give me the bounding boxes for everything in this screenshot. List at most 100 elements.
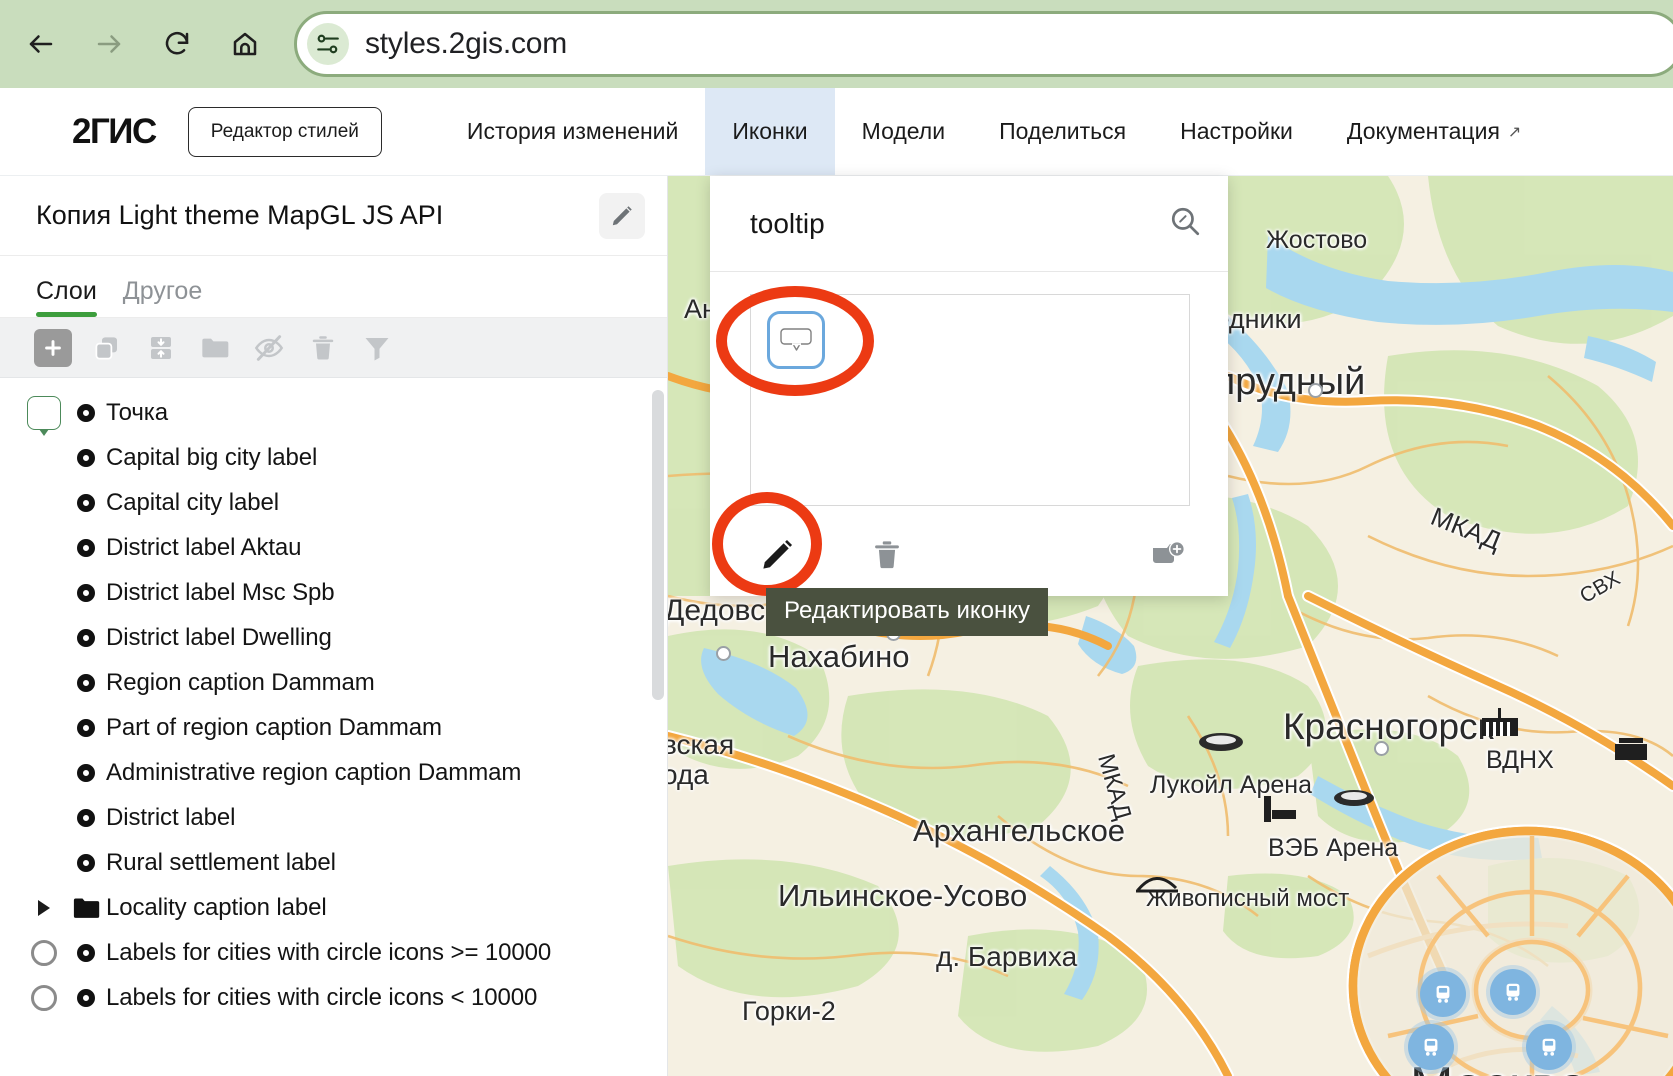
tab-documentation[interactable]: Документация ↗ [1320, 88, 1548, 175]
point-type-icon [66, 493, 106, 512]
tab-icons[interactable]: Иконки [705, 88, 835, 175]
tab-settings[interactable]: Настройки [1153, 88, 1320, 175]
funnel-icon [365, 337, 389, 360]
list-item[interactable]: District label [0, 795, 667, 840]
tram-icon [1436, 985, 1450, 1003]
layer-state-slot [22, 939, 66, 966]
layers-scrollbar[interactable] [652, 390, 664, 700]
map-transport-marker[interactable] [1526, 1024, 1572, 1070]
list-item-label: Part of region caption Dammam [106, 713, 442, 741]
point-type-icon [66, 538, 106, 557]
tram-icon [1542, 1038, 1556, 1056]
tab-models[interactable]: Модели [835, 88, 972, 175]
map-poi-marker[interactable] [1374, 741, 1389, 756]
forward-button[interactable] [86, 21, 132, 67]
list-item[interactable]: Rural settlement label [0, 840, 667, 885]
back-button[interactable] [18, 21, 64, 67]
map-transport-marker[interactable] [1490, 969, 1536, 1015]
main-nav-tabs: История изменений Иконки Модели Поделить… [440, 88, 1548, 175]
icon-picker-popup [710, 176, 1228, 596]
filter-layers-button[interactable] [358, 329, 396, 367]
list-item[interactable]: Region caption Dammam [0, 660, 667, 705]
stadium-icon [1198, 731, 1244, 753]
icon-search-input[interactable] [750, 207, 1168, 240]
delete-layer-button[interactable] [304, 329, 342, 367]
list-item[interactable]: Part of region caption Dammam [0, 705, 667, 750]
map-poi-marker[interactable] [1308, 383, 1323, 398]
list-item[interactable]: Точка [0, 390, 667, 435]
toggle-visibility-button[interactable] [250, 329, 288, 367]
search-icon[interactable] [1168, 204, 1202, 243]
map-poi-marker[interactable] [716, 646, 731, 661]
sliders-icon [317, 34, 339, 54]
layer-state-slot [22, 984, 66, 1011]
edit-style-name-button[interactable] [599, 192, 645, 239]
circle-outline-icon [31, 939, 57, 966]
list-item[interactable]: District label Aktau [0, 525, 667, 570]
list-item[interactable]: Locality caption label [0, 885, 667, 930]
duplicate-layer-button[interactable] [88, 329, 126, 367]
list-item[interactable]: Capital city label [0, 480, 667, 525]
tab-other[interactable]: Другое [123, 277, 202, 317]
map-transport-marker[interactable] [1408, 1024, 1454, 1070]
delete-icon-button[interactable] [860, 528, 914, 582]
list-item[interactable]: Administrative region caption Dammam [0, 750, 667, 795]
point-type-icon [66, 763, 106, 782]
edit-icon-tooltip: Редактировать иконку [766, 588, 1048, 636]
tooltip-bubble-icon [780, 328, 812, 351]
new-folder-button[interactable] [196, 329, 234, 367]
list-item-label: Rural settlement label [106, 848, 336, 876]
list-item[interactable]: District label Msc Spb [0, 570, 667, 615]
add-icon-button[interactable] [1142, 528, 1196, 582]
sort-layers-button[interactable] [142, 329, 180, 367]
style-title: Копия Light theme MapGL JS API [36, 200, 444, 230]
panel-tabs: Слои Другое [0, 256, 667, 318]
edit-icon-button[interactable] [750, 528, 804, 582]
site-settings-button[interactable] [307, 23, 349, 65]
expand-folder-toggle[interactable] [22, 899, 66, 916]
tab-share-label: Поделиться [999, 118, 1127, 144]
list-item-label: District label [106, 803, 236, 831]
sort-updown-icon [151, 336, 171, 359]
list-item-label: Точка [106, 398, 168, 426]
tram-icon [1424, 1038, 1438, 1056]
point-type-icon [66, 853, 106, 872]
map-transport-marker[interactable] [1420, 971, 1466, 1017]
list-item[interactable]: Labels for cities with circle icons < 10… [0, 975, 667, 1020]
address-bar[interactable]: styles.2gis.com [294, 11, 1673, 77]
list-item[interactable]: Labels for cities with circle icons >= 1… [0, 930, 667, 975]
url-text[interactable]: styles.2gis.com [365, 27, 567, 61]
icon-results-grid[interactable] [750, 294, 1190, 506]
list-item-label: District label Aktau [106, 533, 302, 561]
home-icon [233, 32, 257, 56]
list-item-label: District label Msc Spb [106, 578, 335, 606]
tab-history-label: История изменений [466, 118, 679, 144]
arena-building-icon [1260, 794, 1300, 824]
icon-result-tooltip[interactable] [767, 311, 825, 369]
point-type-icon [66, 673, 106, 692]
vdnh-landmark-icon [1478, 706, 1522, 740]
point-type-icon [66, 583, 106, 602]
arrow-left-icon [29, 35, 53, 53]
style-editor-button[interactable]: Редактор стилей [187, 106, 382, 157]
list-item[interactable]: Capital big city label [0, 435, 667, 480]
caret-right-icon [38, 899, 50, 916]
folder-icon [202, 338, 229, 357]
pencil-icon [763, 539, 793, 569]
list-item-label: Administrative region caption Dammam [106, 758, 522, 786]
style-title-row: Копия Light theme MapGL JS API [0, 176, 667, 256]
add-layer-button[interactable] [34, 328, 72, 367]
point-type-icon [66, 943, 106, 962]
tab-share[interactable]: Поделиться [972, 88, 1153, 175]
point-type-icon [66, 988, 106, 1007]
list-item-label: Capital city label [106, 488, 279, 516]
stadium-icon [1333, 788, 1375, 808]
reload-button[interactable] [154, 21, 200, 67]
home-button[interactable] [222, 21, 268, 67]
list-item[interactable]: District label Dwelling [0, 615, 667, 660]
image-plus-icon [1153, 541, 1185, 563]
tab-models-label: Модели [861, 118, 946, 144]
tab-layers[interactable]: Слои [36, 277, 97, 317]
pencil-icon [612, 205, 632, 225]
tab-history[interactable]: История изменений [440, 88, 705, 175]
